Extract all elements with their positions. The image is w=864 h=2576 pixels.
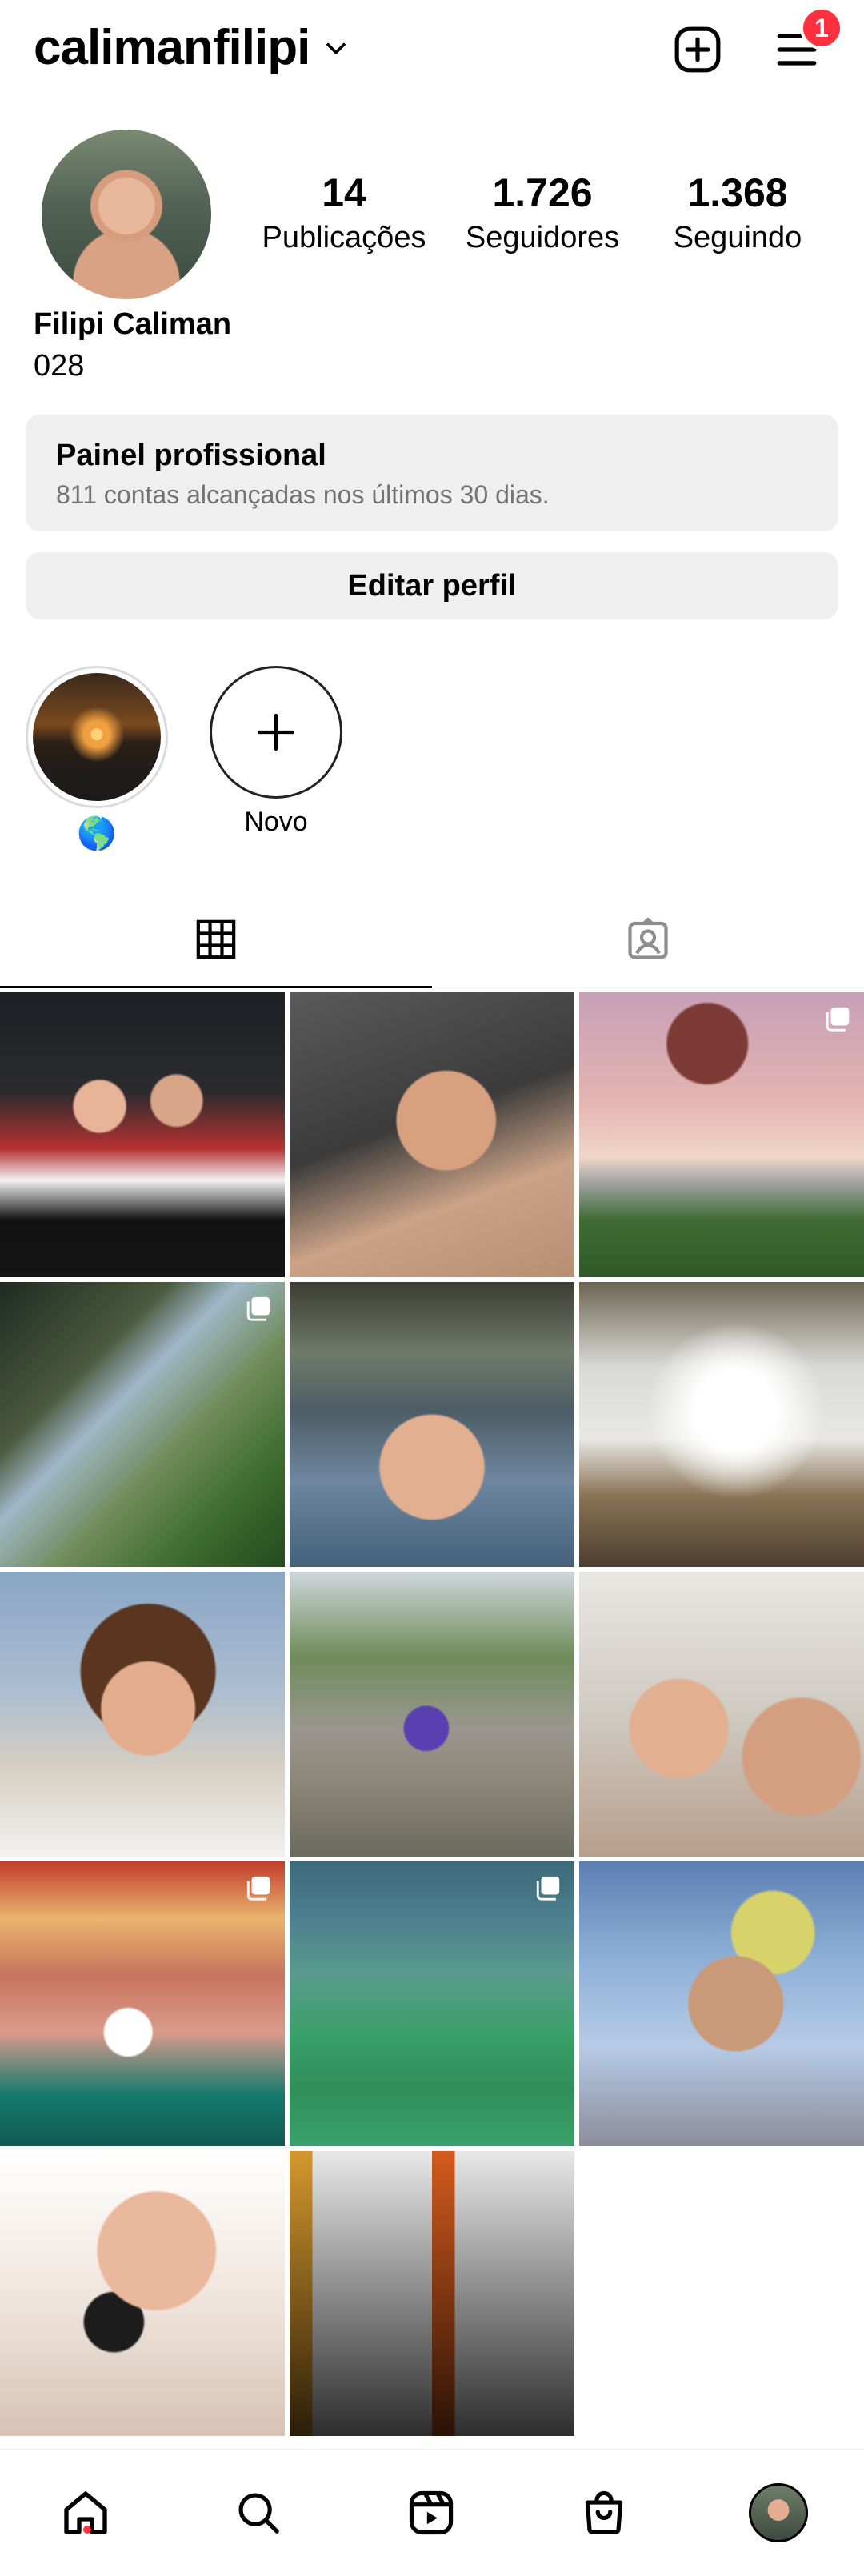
post-party-friends[interactable] xyxy=(0,992,285,1277)
dashboard-title: Painel profissional xyxy=(56,439,326,472)
plus-square-icon xyxy=(674,26,721,73)
carousel-icon xyxy=(824,1005,851,1032)
search-icon xyxy=(238,2493,279,2534)
home-active-dot xyxy=(83,2526,91,2534)
carousel-icon xyxy=(245,1874,272,1901)
post-kiss-sunglasses[interactable] xyxy=(0,2151,285,2436)
grid-icon xyxy=(196,919,236,959)
post-tent-view[interactable] xyxy=(0,1282,285,1567)
username-switcher[interactable]: calimanfilipi xyxy=(34,19,350,76)
post-waterfall-swim[interactable] xyxy=(579,1282,864,1567)
post-selfie-curly[interactable] xyxy=(0,1572,285,1857)
post-birthday-cake[interactable] xyxy=(0,1861,285,2146)
highlight-sunset[interactable] xyxy=(26,666,168,808)
username-title: calimanfilipi xyxy=(34,20,310,75)
profile-full-name: Filipi Caliman xyxy=(34,307,232,341)
post-selfie-car[interactable] xyxy=(290,992,574,1277)
post-futsal-game[interactable] xyxy=(290,2151,574,2436)
post-park-trophy[interactable] xyxy=(290,1572,574,1857)
stat-followers-value: 1.726 xyxy=(492,170,593,215)
shop-icon xyxy=(585,2490,623,2534)
tagged-icon xyxy=(628,917,668,959)
post-selfie-cap[interactable] xyxy=(579,1861,864,2146)
profile-avatar[interactable] xyxy=(42,130,211,299)
post-tree-sunset[interactable] xyxy=(579,992,864,1277)
reels-icon xyxy=(409,2490,454,2535)
chevron-down-icon xyxy=(326,42,346,54)
profile-avatar xyxy=(749,2483,808,2542)
post-selfie-mother[interactable] xyxy=(579,1572,864,1857)
profile-bio: 028 xyxy=(34,349,85,383)
notification-badge: 1 xyxy=(800,6,843,50)
nav-reels[interactable] xyxy=(395,2477,467,2549)
create-post-button[interactable] xyxy=(666,18,730,82)
edit-profile-button[interactable]: Editar perfil xyxy=(26,552,838,619)
active-tab-indicator xyxy=(0,986,432,988)
nav-profile[interactable] xyxy=(742,2477,814,2549)
professional-dashboard[interactable]: Painel profissional 811 contas alcançada… xyxy=(26,415,838,531)
post-futsal-court[interactable] xyxy=(290,1861,574,2146)
stat-following-value: 1.368 xyxy=(687,170,788,215)
stat-following-label: Seguindo xyxy=(673,221,802,254)
carousel-icon xyxy=(534,1874,562,1901)
stat-followers-label: Seguidores xyxy=(465,221,620,254)
stat-posts-label: Publicações xyxy=(262,221,426,254)
stat-followers[interactable]: 1.726 Seguidores xyxy=(453,170,632,255)
tab-tagged[interactable] xyxy=(432,891,864,988)
posts-grid xyxy=(0,992,864,2447)
plus-icon xyxy=(257,713,295,751)
stat-posts[interactable]: 14 Publicações xyxy=(254,170,434,255)
nav-shop[interactable] xyxy=(568,2477,640,2549)
stat-posts-value: 14 xyxy=(322,170,366,215)
bottom-navigation xyxy=(0,2449,864,2576)
nav-search[interactable] xyxy=(222,2477,294,2549)
highlight-label: 🌎 xyxy=(77,816,117,851)
new-highlight-label: Novo xyxy=(244,807,308,837)
highlight-cover xyxy=(33,673,161,801)
new-highlight-button[interactable] xyxy=(210,666,342,799)
post-waterfall-selfie[interactable] xyxy=(290,1282,574,1567)
stat-following[interactable]: 1.368 Seguindo xyxy=(648,170,827,255)
dashboard-subtitle: 811 contas alcançadas nos últimos 30 dia… xyxy=(56,480,550,509)
nav-home[interactable] xyxy=(50,2477,122,2549)
tab-posts-grid[interactable] xyxy=(0,891,432,988)
carousel-icon xyxy=(245,1295,272,1322)
